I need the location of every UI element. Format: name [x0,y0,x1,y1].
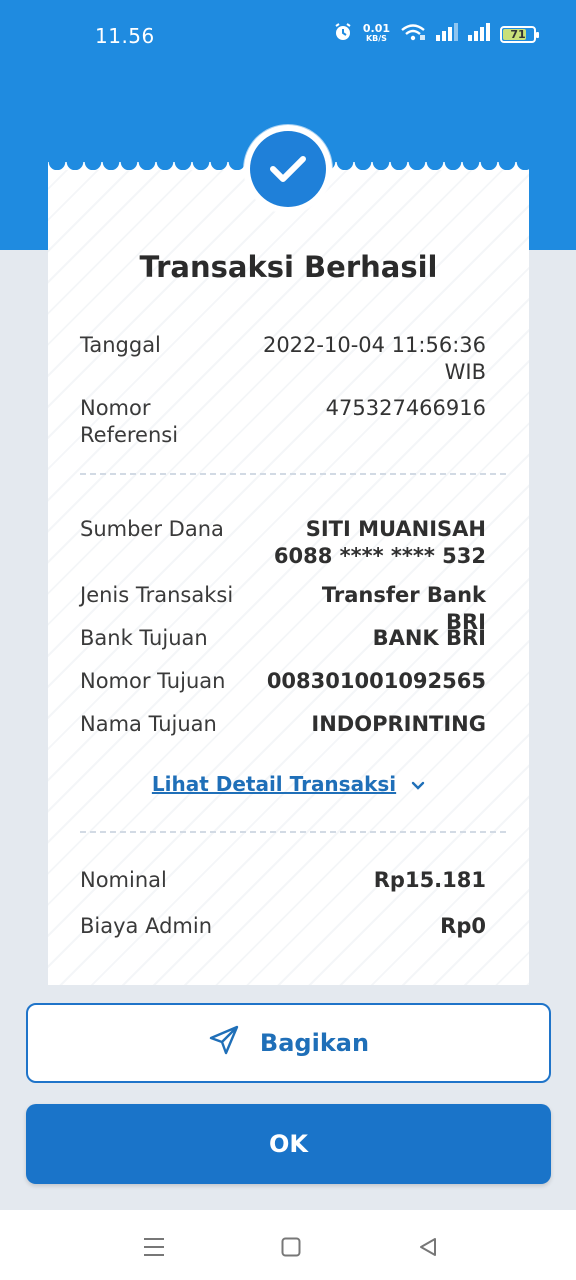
home-icon[interactable] [276,1232,306,1262]
signal-icon [436,23,458,45]
net-speed-unit: KB/S [365,34,387,43]
sumber-dana-value: SITI MUANISAH 6088 **** **** 532 [274,516,486,570]
check-icon [250,131,326,207]
bank-tujuan-value: BANK BRI [372,626,486,650]
page-title: Transaksi Berhasil [139,250,438,284]
biaya-admin-value: Rp0 [440,914,486,938]
row-bank-tujuan: Bank Tujuan BANK BRI [80,625,486,652]
row-referensi: Nomor Referensi 475327466916 [80,395,486,449]
sumber-dana-label: Sumber Dana [80,517,224,541]
sumber-dana-name: SITI MUANISAH [305,517,486,541]
divider [80,831,506,833]
net-speed: 0.01 KB/S [362,22,390,44]
divider [80,473,506,475]
row-biaya-admin: Biaya Admin Rp0 [80,913,486,940]
nomor-tujuan-value: 008301001092565 [266,669,486,693]
row-nomor-tujuan: Nomor Tujuan 008301001092565 [80,668,486,695]
row-nama-tujuan: Nama Tujuan INDOPRINTING [80,711,486,738]
tanggal-datetime: 2022-10-04 11:56:36 [262,333,486,357]
ok-button[interactable]: OK [26,1104,551,1184]
detail-transaksi-link[interactable]: Lihat Detail Transaksi [48,772,529,796]
tanggal-value: 2022-10-04 11:56:36 WIB [263,332,486,386]
signal-icon [468,23,490,45]
bank-tujuan-label: Bank Tujuan [80,626,208,650]
referensi-label: Nomor Referensi [80,395,240,449]
nama-tujuan-label: Nama Tujuan [80,712,217,736]
referensi-value: 475327466916 [325,396,486,420]
bri-watermark [48,170,529,985]
referensi-label-line2: Referensi [80,423,179,447]
tanggal-timezone: WIB [444,360,486,384]
referensi-label-line1: Nomor [80,396,151,420]
net-speed-value: 0.01 [362,22,390,35]
battery-icon: 71 [500,25,539,43]
nominal-value: Rp15.181 [373,868,486,892]
menu-icon[interactable] [139,1232,169,1262]
status-time: 11.56 [95,24,155,48]
tanggal-label: Tanggal [80,333,161,357]
receipt-card: Transaksi Berhasil Tanggal 2022-10-04 11… [48,170,529,985]
share-button[interactable]: Bagikan [26,1003,551,1083]
wifi-icon [400,23,426,45]
alarm-icon [333,22,353,46]
send-icon [208,1025,240,1061]
ok-button-label: OK [269,1130,308,1158]
sumber-dana-account: 6088 **** **** 532 [273,544,486,568]
chevron-down-icon[interactable] [411,776,425,795]
nama-tujuan-value: INDOPRINTING [311,712,486,736]
detail-transaksi-label[interactable]: Lihat Detail Transaksi [152,772,396,796]
status-icons: 0.01 KB/S 71 [333,22,539,46]
row-sumber-dana: Sumber Dana SITI MUANISAH 6088 **** ****… [80,516,486,570]
share-button-label: Bagikan [259,1029,370,1057]
nominal-label: Nominal [80,868,167,892]
success-badge [244,125,332,213]
back-icon[interactable] [413,1232,443,1262]
battery-level: 71 [510,27,526,41]
row-nominal: Nominal Rp15.181 [80,867,486,894]
status-bar: 11.56 0.01 KB/S 71 [0,0,576,70]
biaya-admin-label: Biaya Admin [80,914,213,938]
nomor-tujuan-label: Nomor Tujuan [80,669,226,693]
system-nav-bar [0,1210,576,1280]
row-tanggal: Tanggal 2022-10-04 11:56:36 WIB [80,332,486,386]
